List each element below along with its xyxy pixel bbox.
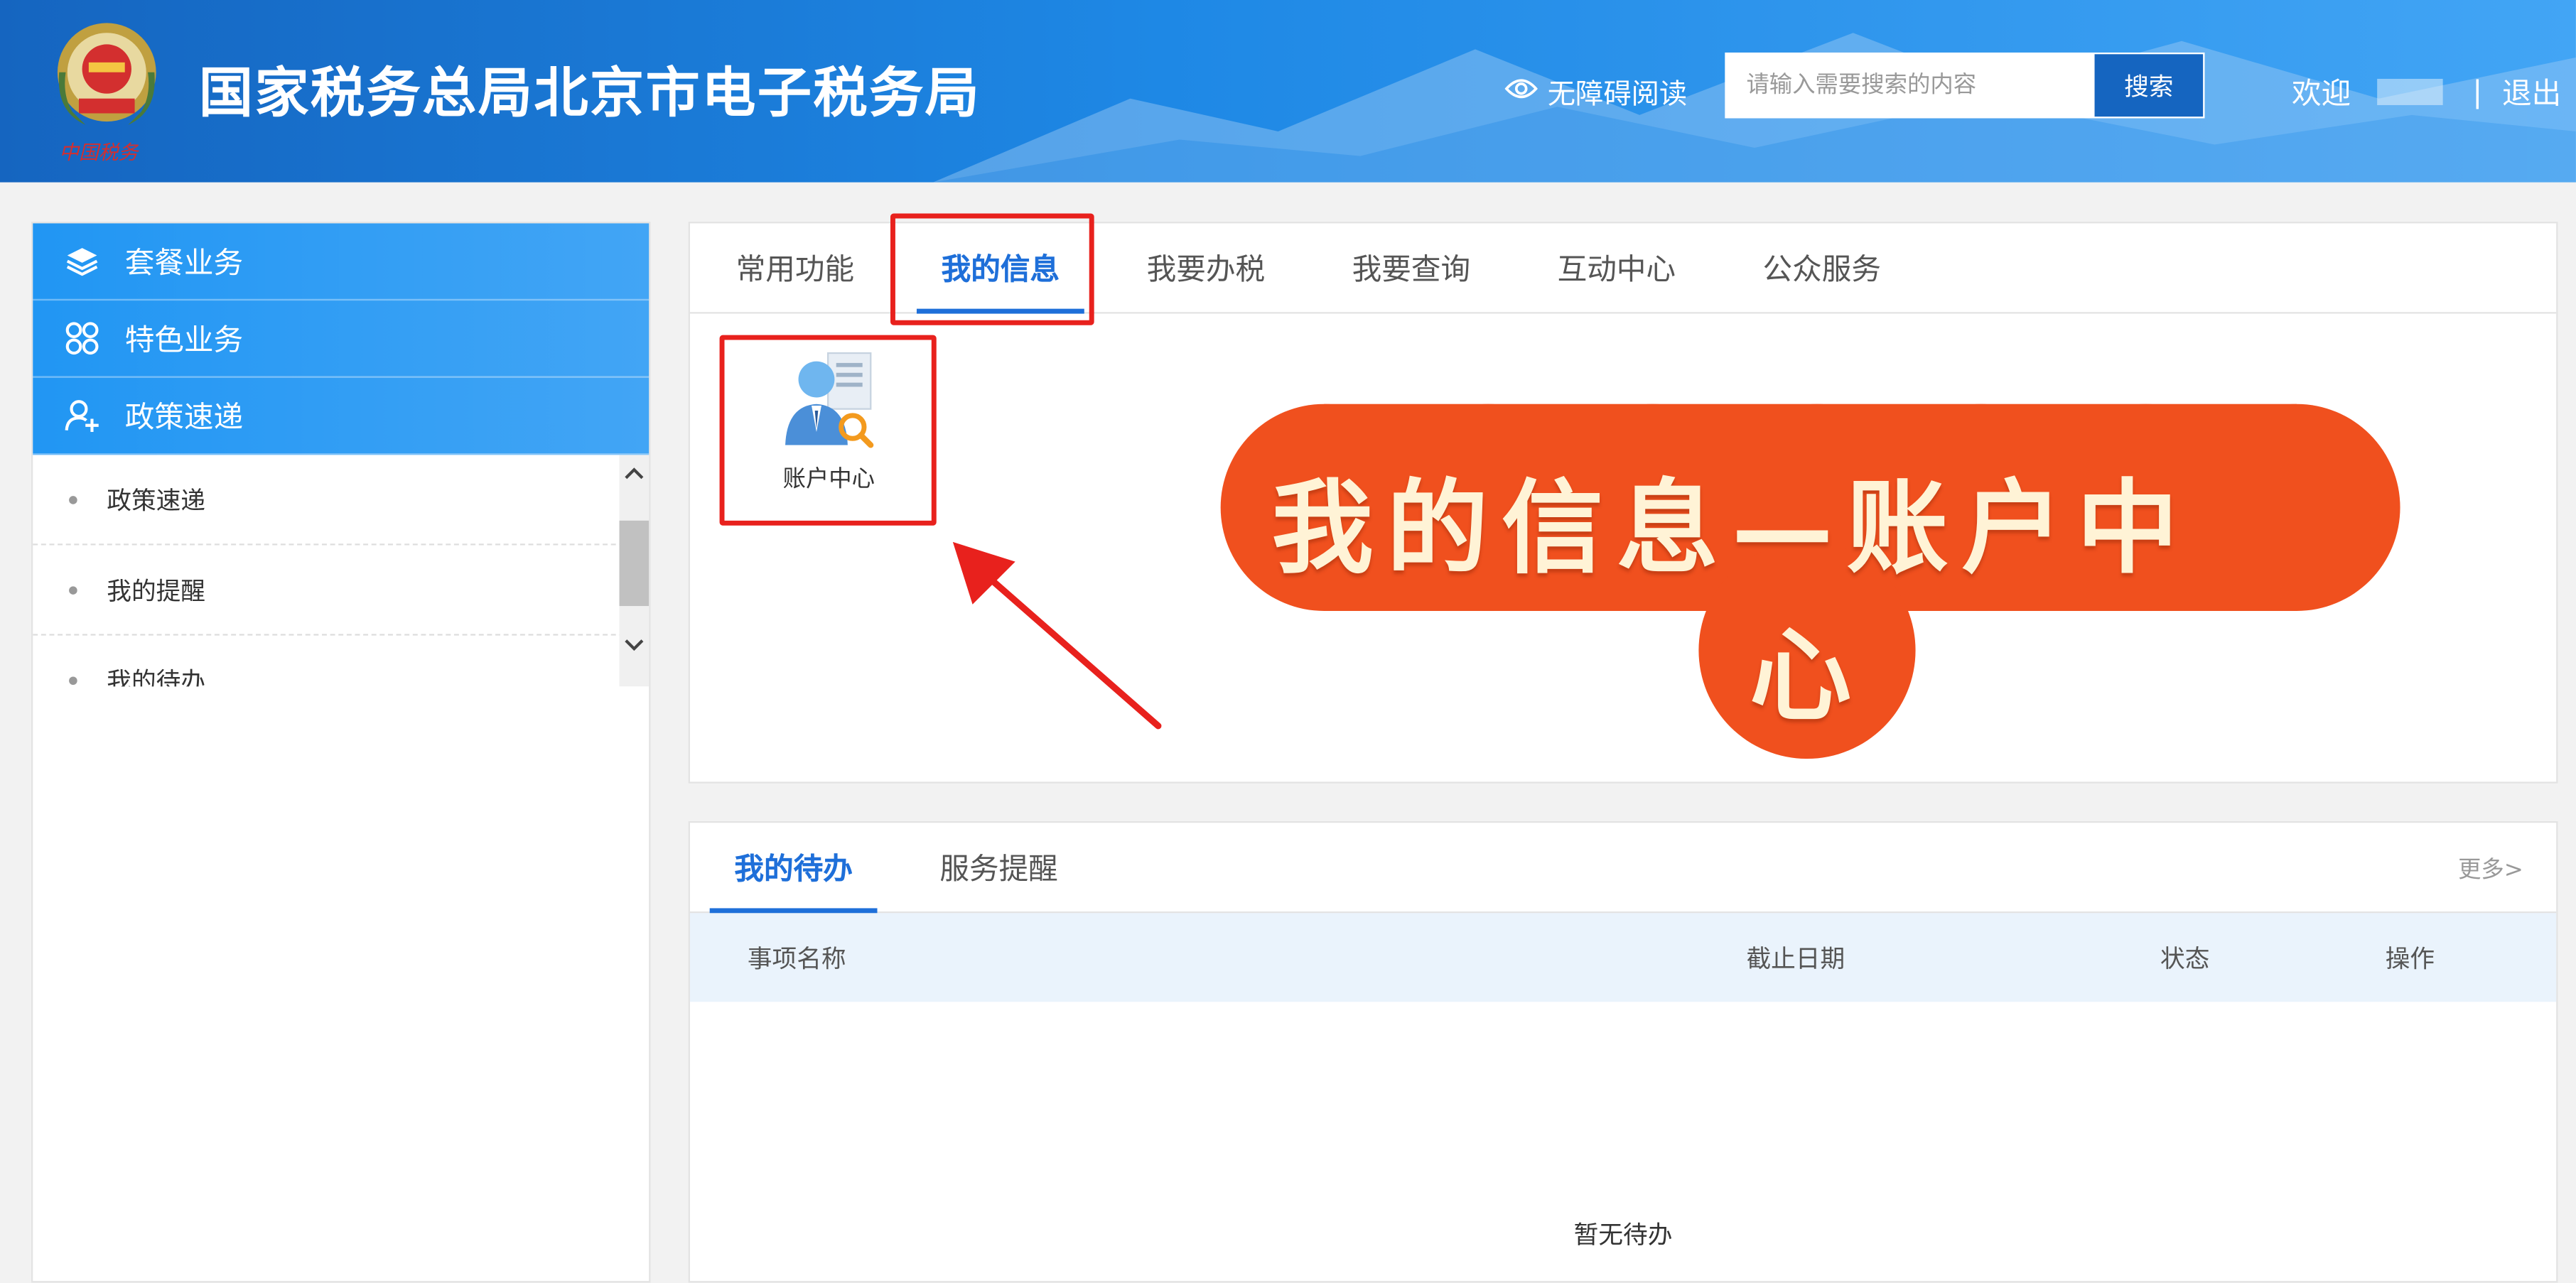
accessibility-label: 无障碍阅读 (1547, 78, 1688, 112)
tab-my-info[interactable]: 我的信息 (916, 223, 1084, 314)
logout-link[interactable]: 退出 (2502, 70, 2561, 113)
accessibility-reading-link[interactable]: 无障碍阅读 (1504, 70, 1688, 112)
tab-inquiry[interactable]: 我要查询 (1349, 223, 1474, 312)
search-bar: 搜索 (1725, 52, 2205, 119)
scrollbar-thumb[interactable] (619, 520, 650, 607)
policy-sub-list: 政策速递 我的提醒 我的待办 (33, 455, 650, 687)
welcome-label: 欢迎 (2291, 77, 2351, 112)
tab-interaction-center[interactable]: 互动中心 (1554, 223, 1679, 312)
tab-service-reminders[interactable]: 服务提醒 (937, 823, 1062, 911)
banner-text-line1: 我的信息—账户中 (1271, 467, 2192, 588)
red-arrow-annotation (952, 541, 1162, 730)
scroll-down-icon[interactable] (620, 627, 650, 664)
sub-item-policy-express[interactable]: 政策速递 (33, 455, 650, 546)
tab-tax-filing[interactable]: 我要办税 (1143, 223, 1268, 312)
sidebar-item-label: 特色业务 (124, 323, 244, 358)
user-add-icon (63, 396, 102, 435)
banner-text-line2: 心 (1750, 615, 1865, 736)
tab-common-functions[interactable]: 常用功能 (733, 223, 858, 312)
sidebar-item-label: 政策速递 (124, 401, 244, 435)
eye-icon (1504, 75, 1538, 107)
tab-public-services[interactable]: 公众服务 (1759, 223, 1885, 312)
sidebar-item-package-services[interactable]: 套餐业务 (33, 223, 650, 301)
scroll-up-icon[interactable] (620, 455, 650, 491)
sub-list-scrollbar[interactable] (619, 455, 650, 687)
grid-icon (63, 318, 102, 357)
sidebar: 套餐业务 特色业务 政策速递 政策速递 我的提醒 我的待办 (31, 222, 651, 1283)
account-center-tile[interactable]: 账户中心 (723, 337, 934, 524)
column-status: 状态 (2160, 944, 2210, 974)
todo-table-header: 事项名称 截止日期 状态 操作 (689, 913, 2557, 1002)
column-deadline: 截止日期 (1746, 944, 1845, 974)
search-input[interactable] (1726, 54, 2095, 117)
search-button[interactable]: 搜索 (2094, 54, 2204, 117)
sub-item-my-todos[interactable]: 我的待办 (33, 636, 649, 686)
tax-emblem-logo: 中国税务 (49, 13, 164, 164)
sidebar-item-featured-services[interactable]: 特色业务 (33, 301, 650, 378)
todo-tab-bar: 我的待办 服务提醒 更多> (689, 823, 2557, 914)
todo-panel: 我的待办 服务提醒 更多> 事项名称 截止日期 状态 操作 暂无待办 (688, 821, 2558, 1283)
column-action: 操作 (2385, 944, 2435, 974)
separator: | (2472, 75, 2483, 109)
site-title: 国家税务总局北京市电子税务局 (198, 60, 981, 125)
empty-todo-message: 暂无待办 (1573, 1220, 1673, 1250)
tab-my-todos[interactable]: 我的待办 (709, 823, 878, 914)
column-item-name: 事项名称 (747, 944, 846, 974)
account-profile-icon (778, 350, 880, 455)
header: 中国税务 国家税务总局北京市电子税务局 无障碍阅读 搜索 欢迎 | 退出 (0, 0, 2576, 183)
account-center-label: 账户中心 (782, 466, 875, 493)
layers-icon (63, 242, 102, 281)
sidebar-item-label: 套餐业务 (124, 246, 244, 281)
user-welcome: 欢迎 | 退出 (2292, 70, 2561, 113)
sub-item-my-reminders[interactable]: 我的提醒 (33, 546, 650, 636)
tutorial-banner: 我的信息—账户中 心 (1216, 402, 2407, 760)
emblem-caption: 中国税务 (59, 141, 139, 165)
username-redacted (2377, 78, 2443, 105)
more-link[interactable]: 更多> (2458, 852, 2523, 885)
sidebar-item-policy-express[interactable]: 政策速递 (33, 377, 650, 455)
main-tab-bar: 常用功能 我的信息 我要办税 我要查询 互动中心 公众服务 (689, 223, 2557, 314)
